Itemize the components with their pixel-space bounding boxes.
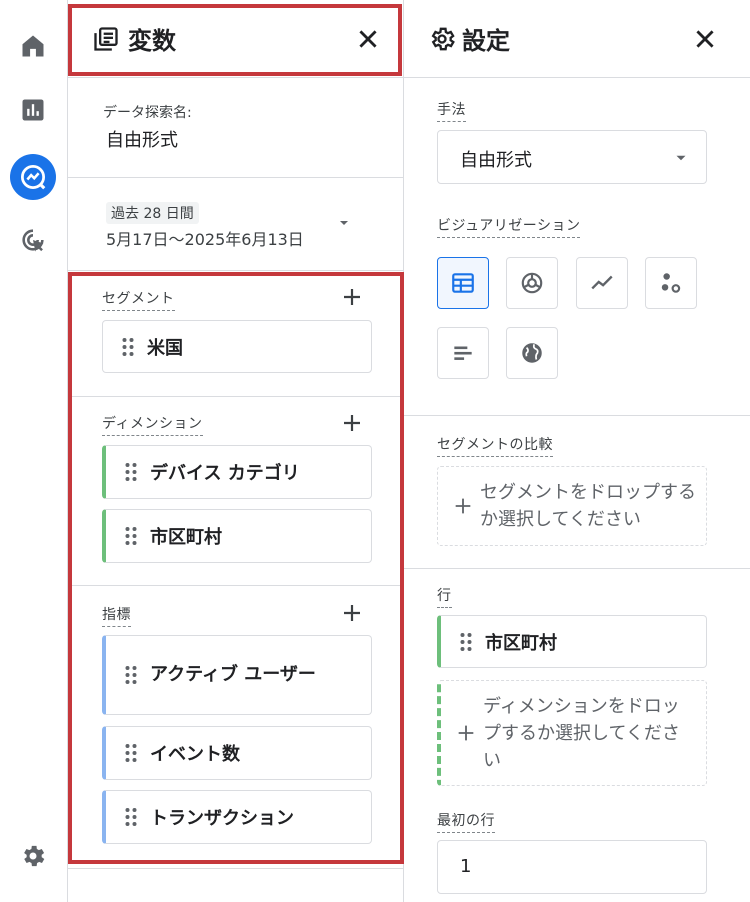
variables-title: 変数 xyxy=(128,27,176,55)
settings-gear-icon xyxy=(431,27,455,50)
technique-value: 自由形式 xyxy=(460,150,532,171)
variables-header: 変数 xyxy=(68,0,403,78)
exploration-name-input[interactable]: 自由形式 xyxy=(106,126,178,152)
dimensions-label: ディメンション xyxy=(102,413,203,436)
line-chart-icon xyxy=(591,275,613,290)
date-range-text: 5月17日～2025年6月13日 xyxy=(106,230,304,249)
settings-title: 設定 xyxy=(462,27,510,55)
metric-chip[interactable]: トランザクション xyxy=(102,790,372,844)
table-icon xyxy=(452,273,474,293)
viz-line-button[interactable] xyxy=(576,257,628,309)
drag-handle-icon[interactable] xyxy=(124,462,138,482)
rows-drop-text: ディメンションをドロップするか選択してください xyxy=(483,695,680,771)
add-icon xyxy=(455,498,471,514)
metric-label: イベント数 xyxy=(150,744,240,765)
drag-handle-icon[interactable] xyxy=(121,337,135,357)
drag-handle-icon[interactable] xyxy=(124,743,138,763)
settings-header: 設定 xyxy=(404,0,750,78)
add-icon xyxy=(458,725,474,741)
rows-dropzone[interactable]: ディメンションをドロップするか選択してください xyxy=(437,680,707,786)
advertising-icon[interactable] xyxy=(13,220,53,260)
viz-geo-button[interactable] xyxy=(506,327,558,379)
drag-handle-icon[interactable] xyxy=(459,632,473,652)
bar-chart-icon xyxy=(454,346,472,360)
donut-chart-icon xyxy=(521,272,543,294)
scatter-icon xyxy=(661,273,681,293)
dimension-label: 市区町村 xyxy=(150,527,222,548)
close-settings-icon[interactable] xyxy=(692,26,718,52)
first-row-label: 最初の行 xyxy=(437,810,495,833)
metric-label: トランザクション xyxy=(150,808,294,829)
first-row-input[interactable]: 1 xyxy=(437,840,707,894)
nav-rail xyxy=(0,0,68,902)
variables-icon xyxy=(94,26,118,51)
technique-label: 手法 xyxy=(437,99,466,122)
segment-compare-label: セグメントの比較 xyxy=(437,434,553,457)
metric-chip[interactable]: アクティブ ユーザー xyxy=(102,635,372,715)
date-range-selector[interactable]: 過去 28 日間 5月17日～2025年6月13日 xyxy=(68,178,403,270)
metric-chip[interactable]: イベント数 xyxy=(102,726,372,780)
segment-label: 米国 xyxy=(147,337,183,359)
technique-select[interactable]: 自由形式 xyxy=(437,130,707,184)
reports-icon[interactable] xyxy=(13,90,53,130)
metrics-label: 指標 xyxy=(102,604,131,627)
add-segment-icon[interactable] xyxy=(340,285,364,309)
drag-handle-icon[interactable] xyxy=(124,526,138,546)
variables-panel: 変数 データ探索名: 自由形式 過去 28 日間 5月17日～2025年6月13… xyxy=(68,0,404,902)
dimension-chip[interactable]: デバイス カテゴリ xyxy=(102,445,372,499)
visualization-label: ビジュアリゼーション xyxy=(437,215,581,238)
segments-label: セグメント xyxy=(102,288,175,311)
viz-scatter-button[interactable] xyxy=(645,257,697,309)
viz-bar-button[interactable] xyxy=(437,327,489,379)
date-range-badge: 過去 28 日間 xyxy=(106,202,199,224)
segment-compare-drop-text: セグメントをドロップするか選択してください xyxy=(480,482,696,530)
close-variables-icon[interactable] xyxy=(355,26,381,52)
rows-label: 行 xyxy=(437,585,452,608)
drag-handle-icon[interactable] xyxy=(124,807,138,827)
metric-label: アクティブ ユーザー xyxy=(150,664,316,685)
admin-settings-icon[interactable] xyxy=(13,836,53,876)
dropdown-arrow-icon xyxy=(340,221,348,225)
home-icon[interactable] xyxy=(13,26,53,66)
settings-panel: 設定 手法 自由形式 ビジュアリゼーション セグメントの比較 セグメントをドロッ… xyxy=(404,0,750,902)
dropdown-arrow-icon xyxy=(676,155,686,161)
dimension-chip[interactable]: 市区町村 xyxy=(102,509,372,563)
first-row-value: 1 xyxy=(460,856,472,877)
globe-icon xyxy=(522,343,542,363)
add-dimension-icon[interactable] xyxy=(340,411,364,435)
exploration-name-label: データ探索名: xyxy=(103,105,192,121)
add-metric-icon[interactable] xyxy=(340,601,364,625)
dimension-label: デバイス カテゴリ xyxy=(150,463,300,484)
viz-table-button[interactable] xyxy=(437,257,489,309)
segment-compare-dropzone[interactable]: セグメントをドロップするか選択してください xyxy=(437,466,707,546)
rows-dimension-chip[interactable]: 市区町村 xyxy=(437,615,707,668)
explore-icon[interactable] xyxy=(10,154,56,200)
viz-donut-button[interactable] xyxy=(506,257,558,309)
rows-dimension-label: 市区町村 xyxy=(485,632,557,654)
drag-handle-icon[interactable] xyxy=(124,665,138,685)
segment-chip[interactable]: 米国 xyxy=(102,320,372,373)
